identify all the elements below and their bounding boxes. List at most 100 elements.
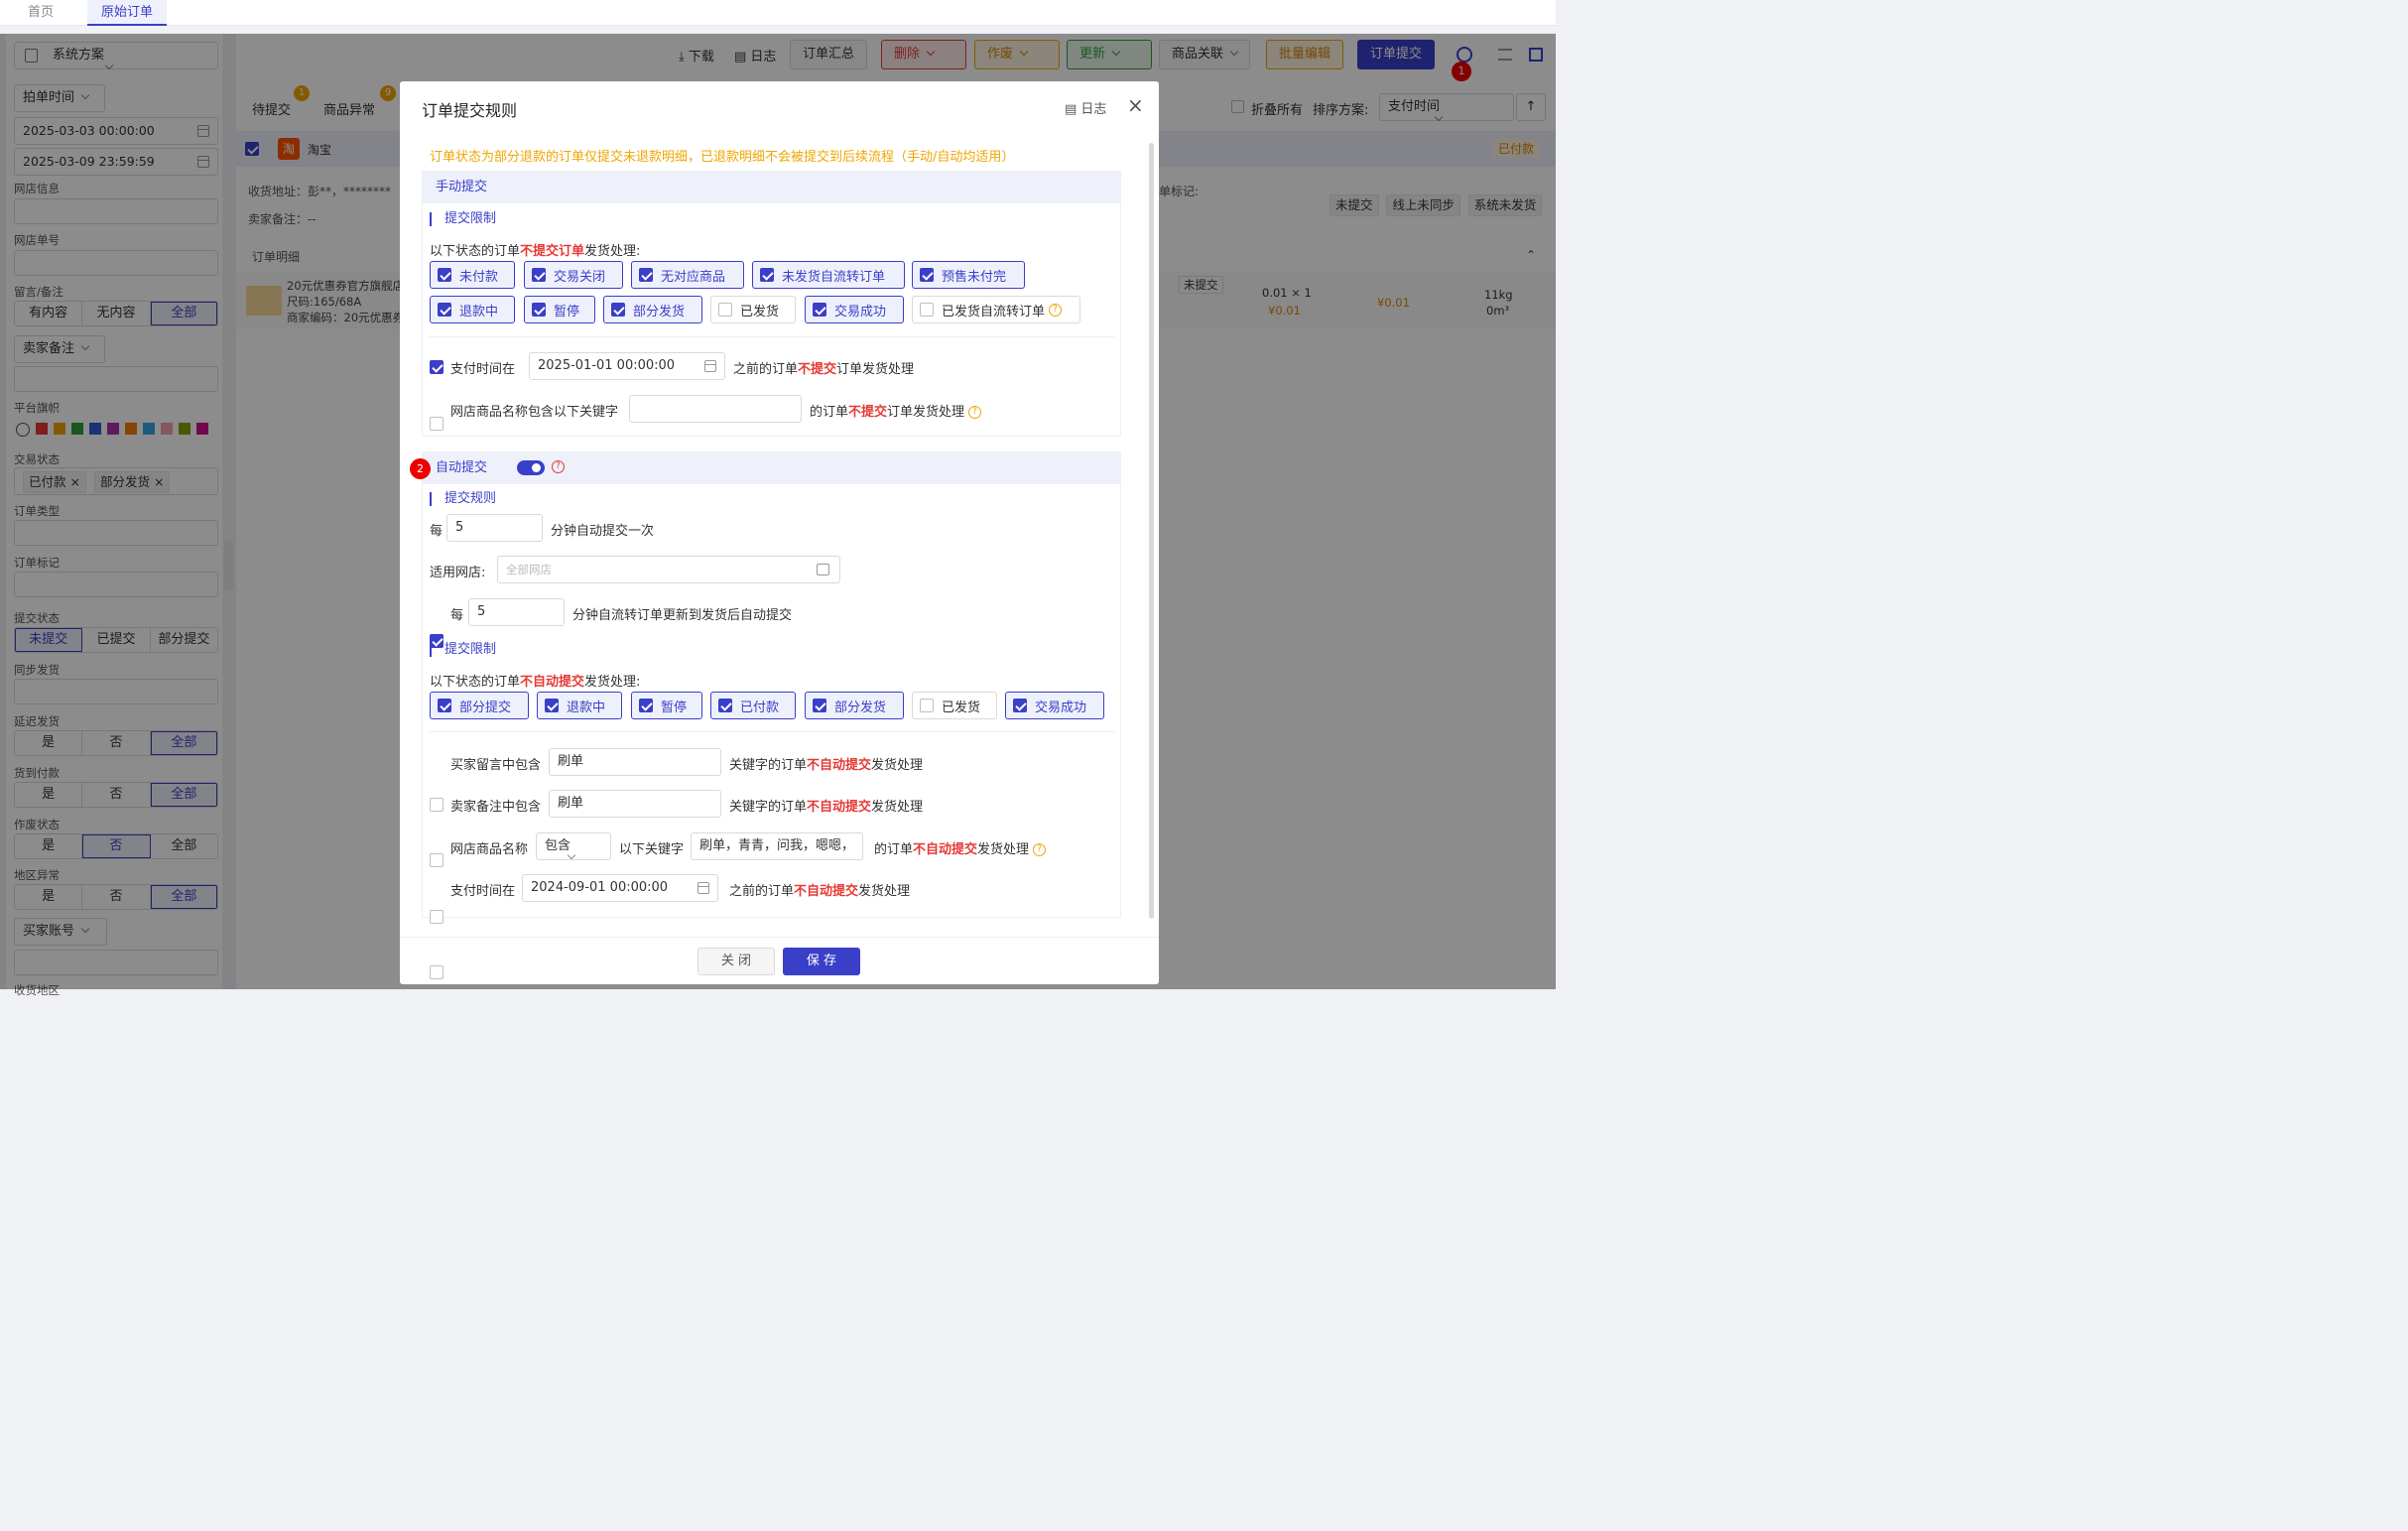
dialog-log-label: 日志 xyxy=(1080,102,1107,117)
pay-time-input[interactable]: 2025-01-01 00:00:00 xyxy=(529,352,725,380)
help-icon[interactable]: ? xyxy=(968,406,982,419)
suffix-red-text: 不自动提交 xyxy=(913,842,978,857)
checkbox xyxy=(545,699,559,712)
keyword-input[interactable] xyxy=(629,395,802,423)
manual-status-refunding[interactable]: 退款中 xyxy=(430,296,515,323)
item-name-kw-input[interactable]: 刷单，青青，问我，嗯嗯， xyxy=(691,832,863,860)
step-badge-2: 2 xyxy=(410,458,431,479)
manual-status-unpaid[interactable]: 未付款 xyxy=(430,261,515,289)
suffix-red-text: 不自动提交 xyxy=(794,884,859,899)
auto-status-paid[interactable]: 已付款 xyxy=(710,692,796,719)
help-icon[interactable]: ? xyxy=(552,460,565,473)
checkbox xyxy=(532,303,546,317)
suffix-text: 之前的订单 xyxy=(729,884,795,899)
checkbox xyxy=(438,303,451,317)
flow-every-label: 每 xyxy=(450,608,464,623)
shop-select[interactable]: 全部网店 xyxy=(497,556,840,583)
desc-red-text: 不提交订单 xyxy=(520,244,585,259)
suffix-red-text: 不提交 xyxy=(798,362,837,377)
top-nav: 首页 原始订单 xyxy=(0,0,1556,26)
close-button[interactable]: 关 闭 xyxy=(697,948,775,975)
scrollbar[interactable] xyxy=(1149,143,1154,919)
checkbox-label: 暂停 xyxy=(661,700,688,715)
item-name-label: 网店商品名称 xyxy=(450,842,529,857)
auto-status-partial-submit[interactable]: 部分提交 xyxy=(430,692,529,719)
manual-status-shipped[interactable]: 已发货 xyxy=(710,296,796,323)
checkbox-label: 预售未付完 xyxy=(942,269,1007,285)
suffix-text: 发货处理 xyxy=(871,758,924,773)
flow-suffix: 分钟自流转订单更新到发货后自动提交 xyxy=(572,608,793,623)
flow-interval-input[interactable]: 5 xyxy=(468,598,565,626)
manual-status-presale[interactable]: 预售未付完 xyxy=(912,261,1025,289)
keyword-checkbox[interactable] xyxy=(430,417,444,431)
item-name-mode-select[interactable]: 包含 xyxy=(536,832,611,860)
chevron-down-icon xyxy=(567,850,576,860)
auto-pay-time-input[interactable]: 2024-09-01 00:00:00 xyxy=(522,874,718,902)
checkbox-label: 部分提交 xyxy=(459,700,512,715)
auto-pay-time-value: 2024-09-01 00:00:00 xyxy=(531,880,669,895)
manual-status-paused[interactable]: 暂停 xyxy=(524,296,595,323)
suffix-text: 关键字的订单 xyxy=(729,758,808,773)
buyer-msg-checkbox[interactable] xyxy=(430,798,444,812)
checkbox xyxy=(920,699,934,712)
checkbox xyxy=(639,699,653,712)
checkbox xyxy=(718,699,732,712)
seller-note-suffix: 关键字的订单不自动提交发货处理 xyxy=(729,796,923,815)
item-name-kw-label: 以下关键字 xyxy=(619,842,685,857)
manual-status-no-item[interactable]: 无对应商品 xyxy=(631,261,744,289)
help-icon[interactable]: ? xyxy=(1033,843,1047,856)
pay-time-suffix: 之前的订单不提交订单发货处理 xyxy=(733,358,914,377)
auto-limit-title: 提交限制 xyxy=(430,643,496,657)
suffix-text: 的订单 xyxy=(810,405,849,420)
suffix-red-text: 不自动提交 xyxy=(807,800,872,815)
auto-submit-toggle[interactable] xyxy=(517,460,545,475)
auto-status-shipped[interactable]: 已发货 xyxy=(912,692,997,719)
close-icon[interactable]: × xyxy=(1127,93,1144,117)
auto-status-success[interactable]: 交易成功 xyxy=(1005,692,1104,719)
checkbox-label: 退款中 xyxy=(567,700,606,715)
pay-time-value: 2025-01-01 00:00:00 xyxy=(538,358,676,373)
divider xyxy=(430,336,1114,337)
checkbox-label: 交易关闭 xyxy=(554,269,606,285)
save-button[interactable]: 保 存 xyxy=(783,948,860,975)
checkbox xyxy=(438,268,451,282)
seller-note-checkbox[interactable] xyxy=(430,853,444,867)
checkbox-label: 已发货 xyxy=(740,304,780,319)
suffix-red-text: 不提交 xyxy=(848,405,888,420)
auto-status-refunding[interactable]: 退款中 xyxy=(537,692,622,719)
manual-desc: 以下状态的订单不提交订单发货处理: xyxy=(430,240,640,259)
interval-input[interactable]: 5 xyxy=(446,514,543,542)
pay-time-checkbox[interactable] xyxy=(430,360,444,374)
manual-status-closed[interactable]: 交易关闭 xyxy=(524,261,623,289)
buyer-msg-input[interactable]: 刷单 xyxy=(549,748,721,776)
checkbox xyxy=(920,303,934,317)
submit-rules-dialog: 订单提交规则 ▤ 日志 × 订单状态为部分退款的订单仅提交未退款明细，已退款明细… xyxy=(400,81,1159,984)
manual-status-success[interactable]: 交易成功 xyxy=(805,296,904,323)
auto-pay-time-checkbox[interactable] xyxy=(430,965,444,979)
auto-status-paused[interactable]: 暂停 xyxy=(631,692,702,719)
checkbox-label: 未付款 xyxy=(459,269,499,285)
seller-note-input[interactable]: 刷单 xyxy=(549,790,721,818)
manual-status-unshipped-flow[interactable]: 未发货自流转订单 xyxy=(752,261,905,289)
checkbox xyxy=(639,268,653,282)
item-name-mode-value: 包含 xyxy=(545,838,571,853)
tab-home[interactable]: 首页 xyxy=(14,0,67,26)
checkbox xyxy=(813,303,826,317)
checkbox xyxy=(920,268,934,282)
tab-raw-orders[interactable]: 原始订单 xyxy=(87,0,168,26)
dialog-log-button[interactable]: ▤ 日志 xyxy=(1065,98,1106,117)
suffix-text: 订单发货处理 xyxy=(836,362,915,377)
checkbox xyxy=(813,699,826,712)
manual-status-partial-shipped[interactable]: 部分发货 xyxy=(603,296,702,323)
pay-time-label: 支付时间在 xyxy=(450,362,516,377)
desc-text: 发货处理: xyxy=(584,244,641,259)
auto-status-partial-shipped[interactable]: 部分发货 xyxy=(805,692,904,719)
help-icon[interactable]: ? xyxy=(1049,303,1063,317)
suffix-text: 发货处理 xyxy=(977,842,1030,857)
checkbox-label: 部分发货 xyxy=(834,700,887,715)
auto-pay-time-label: 支付时间在 xyxy=(450,884,516,899)
checkbox xyxy=(532,268,546,282)
manual-status-shipped-flow[interactable]: 已发货自流转订单? xyxy=(912,296,1080,323)
dialog-title: 订单提交规则 xyxy=(422,101,518,120)
item-name-checkbox[interactable] xyxy=(430,910,444,924)
